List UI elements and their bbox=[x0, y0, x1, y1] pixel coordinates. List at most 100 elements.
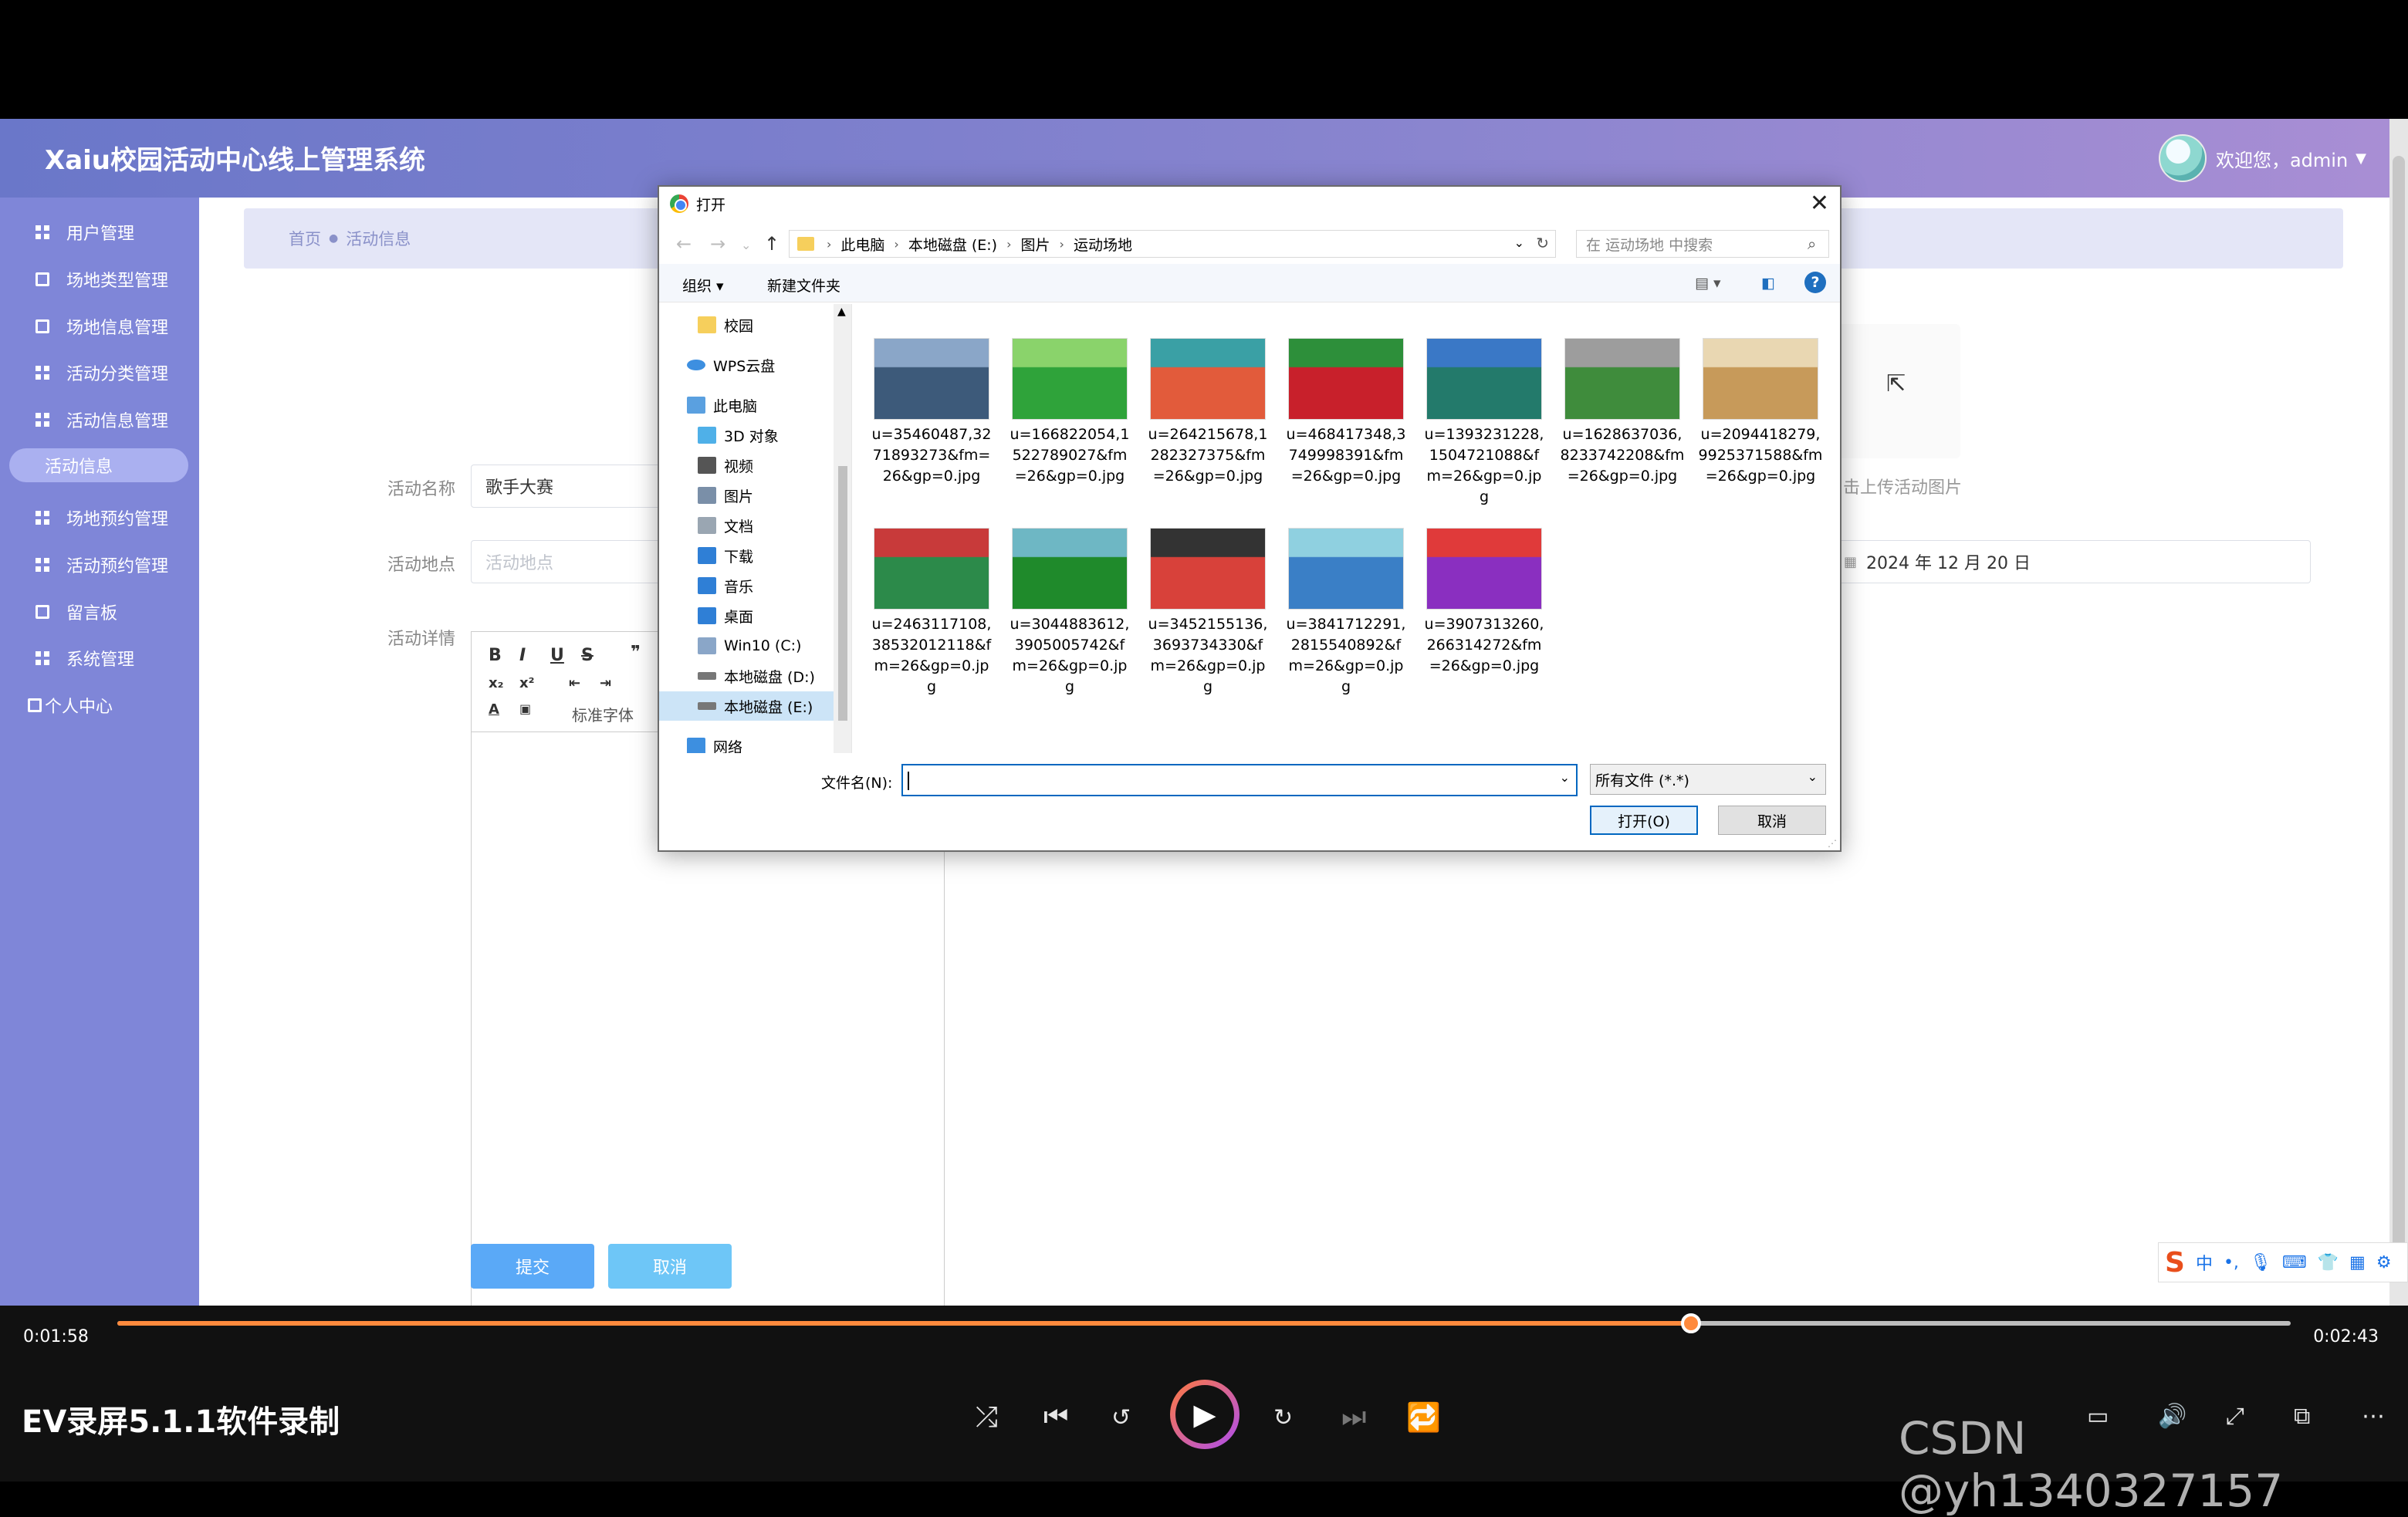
nav-item-pictures[interactable]: 图片 bbox=[659, 481, 835, 510]
path-segment[interactable]: 运动场地 bbox=[1074, 234, 1132, 255]
path-segment[interactable]: 本地磁盘 (E:) bbox=[908, 234, 997, 255]
ime-toolbar[interactable]: S 中 •, 🎙 ⌨ 👕 ▦ ⚙ bbox=[2158, 1242, 2408, 1282]
sidebar-item-activity-categories[interactable]: 活动分类管理 bbox=[0, 353, 199, 392]
breadcrumb-home[interactable]: 首页 bbox=[289, 227, 321, 250]
back-arrow-icon[interactable]: ← bbox=[676, 233, 692, 255]
address-bar[interactable]: › 此电脑 › 本地磁盘 (E:) › 图片 › 运动场地 ⌄ ↻ bbox=[789, 230, 1556, 258]
nav-item-campus[interactable]: 校园 bbox=[659, 310, 835, 340]
submit-button[interactable]: 提交 bbox=[471, 1244, 594, 1289]
help-icon[interactable]: ? bbox=[1804, 272, 1826, 293]
nav-scrollbar[interactable]: ▲ bbox=[834, 304, 851, 753]
background-color-icon[interactable]: ▣ bbox=[519, 701, 531, 716]
sidebar-item-venue-info[interactable]: 场地信息管理 bbox=[0, 307, 199, 346]
new-folder-button[interactable]: 新建文件夹 bbox=[767, 275, 840, 296]
path-segment[interactable]: 此电脑 bbox=[840, 234, 884, 255]
nav-item-drive-d[interactable]: 本地磁盘 (D:) bbox=[659, 661, 835, 691]
forward-arrow-icon[interactable]: → bbox=[710, 233, 725, 255]
cancel-button[interactable]: 取消 bbox=[608, 1244, 732, 1289]
up-arrow-icon[interactable]: ↑ bbox=[764, 233, 780, 255]
settings-icon[interactable]: ⚙ bbox=[2376, 1253, 2392, 1272]
play-button[interactable]: ▶ bbox=[1170, 1380, 1240, 1449]
scrollbar-thumb[interactable] bbox=[2393, 156, 2405, 1252]
file-item[interactable]: u=1393231228, 1504721088&f m=26&gp=0.jp g bbox=[1419, 338, 1550, 508]
file-item[interactable]: u=35460487,32 71893273&fm= 26&gp=0.jpg bbox=[866, 338, 997, 487]
sidebar-item-activity-booking[interactable]: 活动预约管理 bbox=[0, 546, 199, 584]
scroll-up-icon[interactable]: ▲ bbox=[837, 306, 846, 318]
chevron-down-icon[interactable]: ⌄ bbox=[1514, 235, 1524, 250]
italic-icon[interactable]: I bbox=[519, 646, 526, 665]
shuffle-icon[interactable]: ⤮ bbox=[976, 1401, 998, 1434]
previous-icon[interactable]: ⏮ bbox=[1043, 1401, 1068, 1434]
rewind-10-icon[interactable]: ↺ bbox=[1111, 1404, 1131, 1431]
indent-icon[interactable]: ⇥ bbox=[600, 675, 611, 691]
font-family-select[interactable]: 标准字体 bbox=[572, 703, 634, 725]
keyboard-icon[interactable]: ⌨ bbox=[2282, 1253, 2307, 1272]
file-item[interactable]: u=3452155136, 3693734330&f m=26&gp=0.jp g bbox=[1142, 528, 1273, 698]
organize-menu[interactable]: 组织 ▾ bbox=[682, 275, 724, 296]
nav-item-drive-c[interactable]: Win10 (C:) bbox=[659, 631, 835, 661]
bold-icon[interactable]: B bbox=[489, 646, 502, 665]
repeat-icon[interactable]: 🔁 bbox=[1406, 1401, 1441, 1434]
view-menu-icon[interactable]: ▤ ▾ bbox=[1695, 275, 1721, 292]
sidebar-item-users[interactable]: 用户管理 bbox=[0, 213, 199, 252]
file-item[interactable]: u=166822054,1 522789027&fm =26&gp=0.jpg bbox=[1004, 338, 1135, 487]
file-item[interactable]: u=3841712291, 2815540892&f m=26&gp=0.jp g bbox=[1280, 528, 1412, 698]
nav-item-desktop[interactable]: 桌面 bbox=[659, 601, 835, 630]
sidebar-item-system[interactable]: 系统管理 bbox=[0, 639, 199, 677]
file-item[interactable]: u=2094418279, 9925371588&fm =26&gp=0.jpg bbox=[1695, 338, 1826, 487]
nav-item-3d[interactable]: 3D 对象 bbox=[659, 421, 835, 450]
open-button[interactable]: 打开(O) bbox=[1590, 806, 1698, 835]
quote-icon[interactable]: ❞ bbox=[631, 643, 641, 662]
filename-input[interactable]: ⌄ bbox=[901, 764, 1578, 796]
microphone-icon[interactable]: 🎙 bbox=[2250, 1253, 2271, 1272]
file-item[interactable]: u=468417348,3 749998391&fm =26&gp=0.jpg bbox=[1280, 338, 1412, 487]
progress-track[interactable] bbox=[117, 1313, 2291, 1333]
sidebar-item-activity-info[interactable]: 活动信息管理 bbox=[0, 400, 199, 439]
search-input[interactable]: 在 运动场地 中搜索 bbox=[1576, 230, 1829, 258]
sidebar-subitem-activity-info[interactable]: 活动信息 bbox=[9, 448, 188, 482]
nav-item-this-pc[interactable]: 此电脑 bbox=[659, 390, 835, 420]
forward-30-icon[interactable]: ↻ bbox=[1273, 1404, 1293, 1431]
sidebar-item-venue-booking[interactable]: 场地预约管理 bbox=[0, 498, 199, 537]
file-item[interactable]: u=1628637036, 8233742208&fm =26&gp=0.jpg bbox=[1557, 338, 1688, 487]
preview-pane-icon[interactable]: ◧ bbox=[1761, 275, 1775, 292]
next-icon[interactable]: ⏭ bbox=[1341, 1401, 1366, 1434]
file-item[interactable]: u=264215678,1 282327375&fm =26&gp=0.jpg bbox=[1142, 338, 1273, 487]
recent-dropdown-icon[interactable]: ⌄ bbox=[741, 238, 751, 252]
subscript-icon[interactable]: x₂ bbox=[489, 675, 504, 691]
refresh-icon[interactable]: ↻ bbox=[1536, 234, 1549, 252]
chevron-down-icon[interactable]: ⌄ bbox=[1560, 770, 1570, 785]
nav-item-videos[interactable]: 视频 bbox=[659, 451, 835, 480]
sidebar-item-message-board[interactable]: 留言板 bbox=[0, 593, 199, 631]
apps-grid-icon[interactable]: ▦ bbox=[2349, 1253, 2366, 1272]
skin-icon[interactable]: 👕 bbox=[2318, 1253, 2339, 1272]
sidebar-item-venue-types[interactable]: 场地类型管理 bbox=[0, 260, 199, 299]
superscript-icon[interactable]: x² bbox=[519, 675, 535, 691]
scrollbar-thumb[interactable] bbox=[838, 466, 847, 721]
file-item[interactable]: u=3044883612, 3905005742&f m=26&gp=0.jp g bbox=[1004, 528, 1135, 698]
file-item[interactable]: u=3907313260, 266314272&fm =26&gp=0.jpg bbox=[1419, 528, 1550, 677]
path-segment[interactable]: 图片 bbox=[1021, 234, 1050, 255]
progress-knob[interactable] bbox=[1680, 1313, 1701, 1333]
close-icon[interactable]: ✕ bbox=[1810, 190, 1829, 217]
file-item[interactable]: u=2463117108, 38532012118&f m=26&gp=0.jp g bbox=[866, 528, 997, 698]
nav-item-drive-e[interactable]: 本地磁盘 (E:) bbox=[659, 691, 835, 721]
resize-grip-icon[interactable]: ⋰ bbox=[1828, 838, 1837, 849]
image-upload-box[interactable]: ⇱ bbox=[1832, 324, 1960, 458]
nav-item-downloads[interactable]: 下载 bbox=[659, 541, 835, 570]
filetype-select[interactable]: 所有文件 (*.*) ⌄ bbox=[1590, 764, 1826, 795]
nav-item-network[interactable]: 网络 bbox=[659, 731, 835, 753]
nav-item-wps-cloud[interactable]: WPS云盘 bbox=[659, 350, 835, 380]
strikethrough-icon[interactable]: S bbox=[581, 646, 594, 665]
font-color-icon[interactable]: A bbox=[489, 701, 499, 718]
nav-item-documents[interactable]: 文档 bbox=[659, 511, 835, 540]
sidebar-item-profile[interactable]: 个人中心 bbox=[0, 686, 199, 725]
dialog-cancel-button[interactable]: 取消 bbox=[1718, 806, 1826, 835]
underline-icon[interactable]: U bbox=[550, 646, 564, 665]
nav-item-music[interactable]: 音乐 bbox=[659, 571, 835, 600]
date-picker[interactable]: ▦ 2024 年 12 月 20 日 bbox=[1829, 540, 2311, 583]
page-scrollbar[interactable] bbox=[2389, 119, 2408, 1307]
punctuation-icon[interactable]: •, bbox=[2224, 1253, 2239, 1272]
user-menu[interactable]: 欢迎您，admin ▼ bbox=[2158, 134, 2366, 182]
outdent-icon[interactable]: ⇤ bbox=[569, 675, 580, 691]
